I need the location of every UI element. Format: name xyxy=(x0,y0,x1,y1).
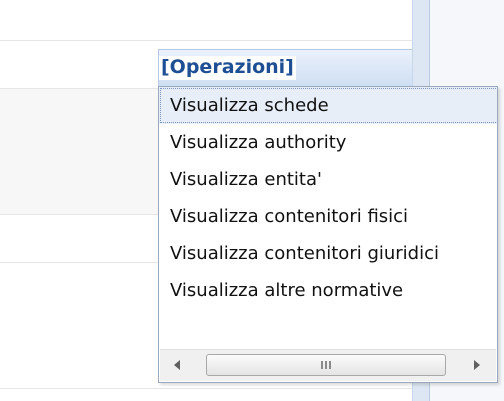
menu-item-label: Visualizza entita' xyxy=(170,169,322,190)
menu-item-visualizza-schede[interactable]: Visualizza schede xyxy=(159,87,497,124)
menu-item-label: Visualizza schede xyxy=(170,95,329,116)
menu-item-label: Visualizza contenitori fisici xyxy=(170,206,409,227)
menu-item-label: Visualizza contenitori giuridici xyxy=(170,243,439,264)
row-divider xyxy=(0,40,412,41)
menu-list: Visualizza schede Visualizza authority V… xyxy=(159,87,497,309)
scroll-left-button[interactable] xyxy=(166,354,188,376)
horizontal-scrollbar[interactable] xyxy=(160,349,496,381)
scroll-right-button[interactable] xyxy=(466,354,488,376)
row-divider xyxy=(0,388,412,389)
menu-item-label: Visualizza altre normative xyxy=(170,280,404,301)
menu-item-visualizza-authority[interactable]: Visualizza authority xyxy=(159,124,497,161)
left-arrow-icon xyxy=(174,360,180,370)
menu-item-visualizza-contenitori-fisici[interactable]: Visualizza contenitori fisici xyxy=(159,198,497,235)
right-arrow-icon xyxy=(474,360,480,370)
menu-item-label: Visualizza authority xyxy=(170,132,347,153)
operations-dropdown-menu[interactable]: Visualizza schede Visualizza authority V… xyxy=(158,86,498,383)
operations-button[interactable]: [Operazioni] xyxy=(159,56,296,80)
scrollbar-thumb[interactable] xyxy=(206,354,446,376)
menu-item-visualizza-contenitori-giuridici[interactable]: Visualizza contenitori giuridici xyxy=(159,235,497,272)
menu-item-visualizza-entita[interactable]: Visualizza entita' xyxy=(159,161,497,198)
grip-icon xyxy=(321,361,331,369)
menu-item-visualizza-altre-normative[interactable]: Visualizza altre normative xyxy=(159,272,497,309)
operations-header-cell: [Operazioni] xyxy=(158,49,412,87)
